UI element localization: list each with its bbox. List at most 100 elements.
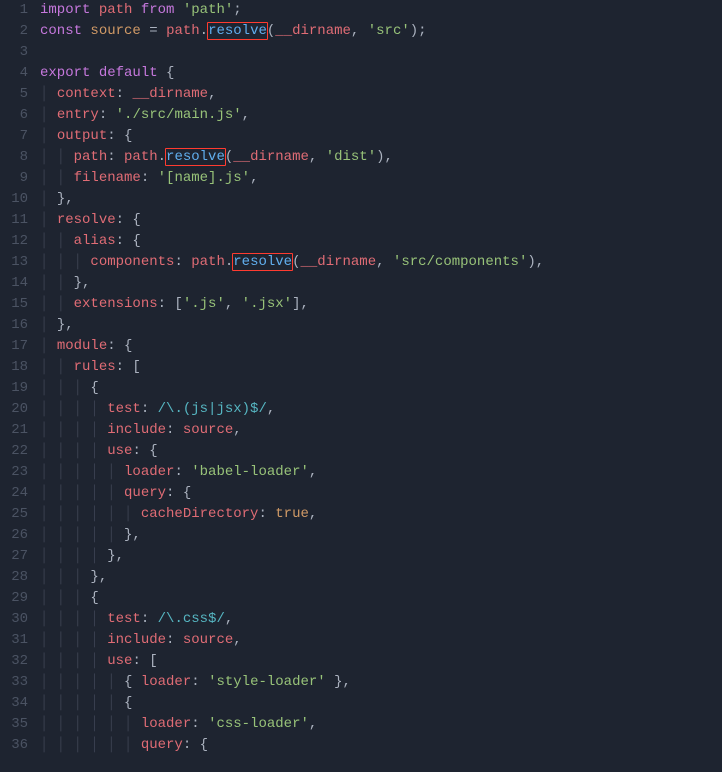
code-line[interactable]: │ }, <box>40 315 722 336</box>
code-line[interactable]: │ }, <box>40 189 722 210</box>
property: alias <box>74 233 116 249</box>
code-editor[interactable]: 1 2 3 4 5 6 7 8 9 10 11 12 13 14 15 16 1… <box>0 0 722 772</box>
punct: { <box>124 695 132 711</box>
punct: }, <box>124 527 141 543</box>
code-line[interactable]: │ │ │ │ test: /\.css$/, <box>40 609 722 630</box>
code-line[interactable]: │ │ │ │ }, <box>40 546 722 567</box>
line-number: 20 <box>0 399 28 420</box>
code-line[interactable]: │ context: __dirname, <box>40 84 722 105</box>
code-line[interactable]: │ │ │ { <box>40 378 722 399</box>
code-line[interactable]: │ │ }, <box>40 273 722 294</box>
punct: : [ <box>132 653 157 669</box>
code-line[interactable]: │ │ │ │ │ │ query: { <box>40 735 722 756</box>
code-line[interactable]: │ │ │ │ │ │ cacheDirectory: true, <box>40 504 722 525</box>
identifier: source <box>183 422 233 438</box>
code-line[interactable]: │ │ rules: [ <box>40 357 722 378</box>
code-line[interactable]: │ │ │ │ │ loader: 'babel-loader', <box>40 462 722 483</box>
punct: , <box>309 716 317 732</box>
punct: { <box>158 65 175 81</box>
code-line[interactable]: │ │ │ │ use: { <box>40 441 722 462</box>
code-line[interactable]: │ │ │ │ │ { loader: 'style-loader' }, <box>40 672 722 693</box>
code-line[interactable]: const source = path.resolve(__dirname, '… <box>40 21 722 42</box>
code-line[interactable]: │ │ │ { <box>40 588 722 609</box>
keyword: export <box>40 65 90 81</box>
code-line[interactable]: │ │ alias: { <box>40 231 722 252</box>
punct: , <box>250 170 258 186</box>
code-line[interactable]: │ │ │ components: path.resolve(__dirname… <box>40 252 722 273</box>
string: '.jsx' <box>242 296 292 312</box>
line-number: 17 <box>0 336 28 357</box>
line-number: 16 <box>0 315 28 336</box>
punct: { <box>124 674 141 690</box>
method-highlighted: resolve <box>207 22 268 40</box>
code-line[interactable]: │ module: { <box>40 336 722 357</box>
code-line[interactable]: │ │ │ │ │ query: { <box>40 483 722 504</box>
line-number: 8 <box>0 147 28 168</box>
punct: : <box>99 107 116 123</box>
code-line[interactable]: │ │ │ │ test: /\.(js|jsx)$/, <box>40 399 722 420</box>
punct: : <box>174 254 191 270</box>
code-line[interactable]: │ │ │ │ include: source, <box>40 630 722 651</box>
string: 'src/components' <box>393 254 527 270</box>
code-line[interactable]: │ │ filename: '[name].js', <box>40 168 722 189</box>
line-number: 1 <box>0 0 28 21</box>
punct: , <box>242 107 250 123</box>
code-line[interactable]: │ │ │ │ use: [ <box>40 651 722 672</box>
punct: : { <box>132 443 157 459</box>
line-number: 35 <box>0 714 28 735</box>
property: include <box>107 422 166 438</box>
code-line[interactable]: │ output: { <box>40 126 722 147</box>
code-line[interactable]: │ │ │ │ include: source, <box>40 420 722 441</box>
punct: ( <box>225 149 233 165</box>
line-number: 3 <box>0 42 28 63</box>
property: path <box>74 149 108 165</box>
keyword: default <box>99 65 158 81</box>
code-line[interactable]: import path from 'path'; <box>40 0 722 21</box>
punct: , <box>225 611 233 627</box>
line-number: 14 <box>0 273 28 294</box>
punct: : <box>191 716 208 732</box>
property: use <box>107 653 132 669</box>
punct: , <box>351 23 368 39</box>
punct: , <box>267 401 275 417</box>
property: loader <box>141 716 191 732</box>
line-number: 13 <box>0 252 28 273</box>
keyword: from <box>141 2 175 18</box>
punct: : <box>166 422 183 438</box>
punct: : { <box>116 212 141 228</box>
code-line[interactable]: │ │ │ │ │ }, <box>40 525 722 546</box>
punct: ) <box>527 254 535 270</box>
code-line[interactable]: │ │ path: path.resolve(__dirname, 'dist'… <box>40 147 722 168</box>
line-number: 24 <box>0 483 28 504</box>
code-line[interactable]: │ entry: './src/main.js', <box>40 105 722 126</box>
punct: ], <box>292 296 309 312</box>
punct: ) <box>410 23 418 39</box>
code-content[interactable]: import path from 'path'; const source = … <box>40 0 722 772</box>
punct: , <box>309 464 317 480</box>
property: use <box>107 443 132 459</box>
code-line[interactable]: export default { <box>40 63 722 84</box>
punct: , <box>233 632 241 648</box>
property: test <box>107 611 141 627</box>
punct: : { <box>166 485 191 501</box>
code-line[interactable]: │ │ │ }, <box>40 567 722 588</box>
punct: }, <box>90 569 107 585</box>
code-line[interactable]: │ │ │ │ │ │ loader: 'css-loader', <box>40 714 722 735</box>
string: '[name].js' <box>158 170 250 186</box>
line-number: 23 <box>0 462 28 483</box>
code-line[interactable] <box>40 42 722 63</box>
line-number: 21 <box>0 420 28 441</box>
line-number: 18 <box>0 357 28 378</box>
line-number: 10 <box>0 189 28 210</box>
line-number: 4 <box>0 63 28 84</box>
line-number: 22 <box>0 441 28 462</box>
identifier: path <box>124 149 158 165</box>
property: components <box>90 254 174 270</box>
property: query <box>124 485 166 501</box>
code-line[interactable]: │ │ extensions: ['.js', '.jsx'], <box>40 294 722 315</box>
punct: : <box>141 611 158 627</box>
string: 'css-loader' <box>208 716 309 732</box>
punct: : { <box>107 128 132 144</box>
code-line[interactable]: │ │ │ │ │ { <box>40 693 722 714</box>
code-line[interactable]: │ resolve: { <box>40 210 722 231</box>
